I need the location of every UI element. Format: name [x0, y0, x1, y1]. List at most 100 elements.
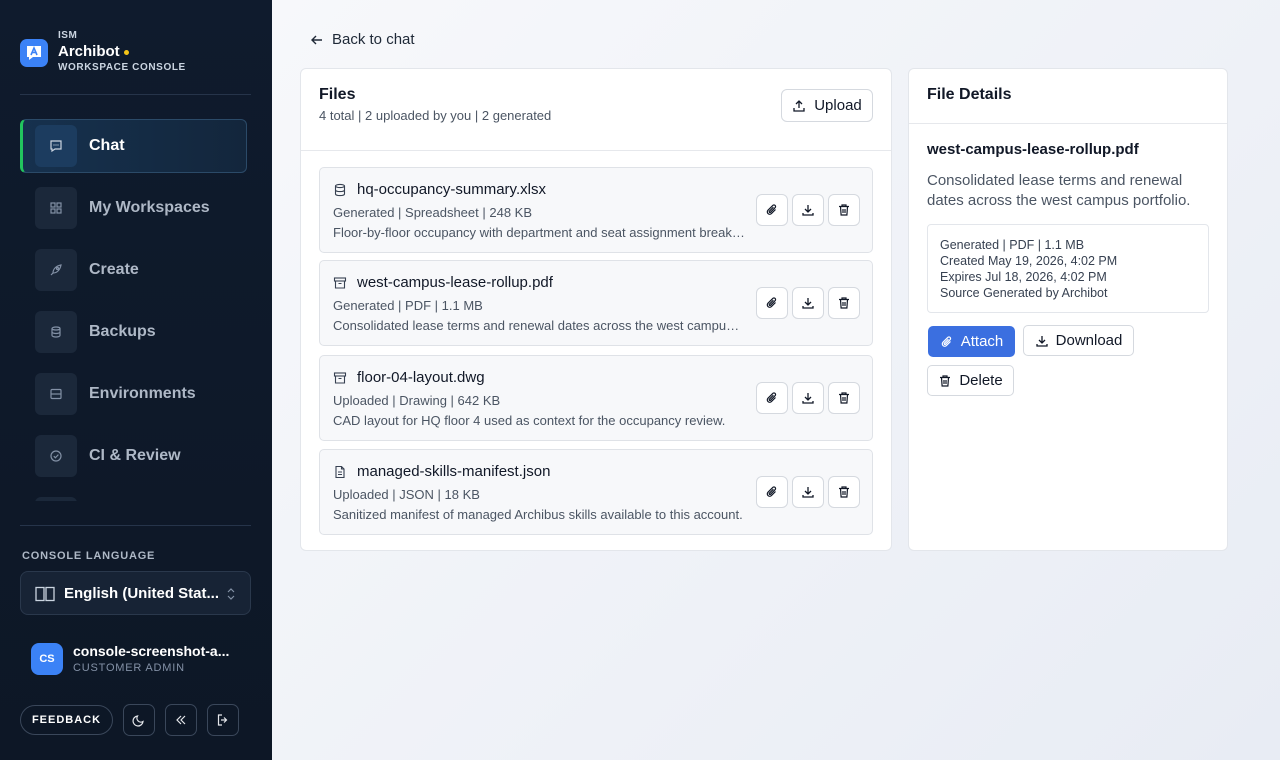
sidebar-item-label: CI & Review	[89, 447, 181, 464]
delete-button[interactable]	[828, 194, 860, 226]
attach-button[interactable]	[756, 476, 788, 508]
logout-button[interactable]	[207, 704, 239, 736]
arrow-left-icon	[311, 35, 322, 44]
files-panel: Files 4 total | 2 uploaded by you | 2 ge…	[300, 68, 892, 551]
user-name: console-screenshot-a...	[73, 643, 230, 659]
sidebar-item-ci-review[interactable]: CI & Review	[20, 429, 247, 483]
file-row-hq-occupancy-summary[interactable]: hq-occupancy-summary.xlsx Generated | Sp…	[319, 167, 873, 253]
sidebar-item-label: Backups	[89, 323, 156, 340]
database-icon	[35, 311, 77, 353]
sidebar: ISM Archibot WORKSPACE CONSOLE Chat My W…	[0, 0, 272, 760]
delete-button[interactable]	[828, 476, 860, 508]
divider	[20, 525, 251, 526]
delete-label: Delete	[959, 372, 1003, 389]
status-dot	[123, 49, 129, 55]
archibot-logo-icon	[20, 39, 48, 67]
brand-name: Archibot	[58, 43, 120, 60]
divider	[909, 123, 1227, 124]
sidebar-item-create[interactable]: Create	[20, 243, 247, 297]
upload-label: Upload	[814, 97, 862, 114]
sidebar-item-more[interactable]	[20, 491, 247, 501]
file-row-managed-skills-manifest[interactable]: managed-skills-manifest.json Uploaded | …	[319, 449, 873, 535]
file-description: CAD layout for HQ floor 4 used as contex…	[333, 413, 726, 428]
logout-icon	[217, 714, 228, 726]
collapse-sidebar-button[interactable]	[165, 704, 197, 736]
paperclip-icon	[766, 486, 777, 497]
sidebar-item-environments[interactable]: Environments	[20, 367, 247, 421]
theme-toggle-button[interactable]	[123, 704, 155, 736]
file-name: managed-skills-manifest.json	[357, 463, 551, 480]
sidebar-item-label: Environments	[89, 385, 196, 402]
attach-label: Attach	[960, 333, 1004, 350]
upload-button[interactable]: Upload	[781, 89, 873, 122]
download-button[interactable]	[792, 194, 824, 226]
file-description: Floor-by-floor occupancy with department…	[333, 225, 745, 240]
upload-icon	[793, 99, 805, 112]
attach-button[interactable]	[756, 287, 788, 319]
download-button[interactable]	[792, 476, 824, 508]
back-label: Back to chat	[332, 31, 415, 48]
download-icon	[1035, 335, 1048, 347]
details-source: Source Generated by Archibot	[940, 286, 1108, 300]
delete-button[interactable]	[828, 382, 860, 414]
trash-icon	[839, 297, 849, 309]
more-icon	[35, 497, 77, 501]
sidebar-item-backups[interactable]: Backups	[20, 305, 247, 359]
sidebar-item-label: Create	[89, 261, 139, 278]
grid-icon	[35, 187, 77, 229]
attach-button[interactable]	[756, 382, 788, 414]
details-created: Created May 19, 2026, 4:02 PM	[940, 254, 1118, 268]
divider	[301, 150, 891, 151]
paperclip-icon	[766, 392, 777, 403]
delete-button[interactable]	[828, 287, 860, 319]
file-details-panel: File Details west-campus-lease-rollup.pd…	[908, 68, 1228, 551]
download-button[interactable]	[792, 287, 824, 319]
trash-icon	[839, 486, 849, 498]
user-role: CUSTOMER ADMIN	[73, 662, 185, 674]
file-meta: Generated | PDF | 1.1 MB	[333, 298, 483, 313]
download-icon	[802, 393, 814, 404]
language-value: English (United Stat...	[64, 584, 220, 602]
files-summary: 4 total | 2 uploaded by you | 2 generate…	[319, 108, 552, 123]
sidebar-item-my-workspaces[interactable]: My Workspaces	[20, 181, 247, 235]
download-button[interactable]: Download	[1023, 325, 1134, 356]
archive-icon	[333, 277, 347, 289]
feedback-button[interactable]: FEEDBACK	[20, 705, 113, 735]
files-title: Files	[319, 86, 356, 103]
back-to-chat-link[interactable]: Back to chat	[310, 31, 415, 48]
delete-button[interactable]: Delete	[927, 365, 1014, 396]
language-title: CONSOLE LANGUAGE	[22, 550, 156, 562]
sidebar-item-chat[interactable]: Chat	[20, 119, 247, 173]
divider	[20, 94, 251, 95]
file-name: hq-occupancy-summary.xlsx	[357, 181, 546, 198]
details-description: Consolidated lease terms and renewal dat…	[927, 172, 1191, 209]
download-icon	[802, 298, 814, 309]
file-name: west-campus-lease-rollup.pdf	[357, 274, 553, 291]
language-select[interactable]: English (United Stat...	[20, 571, 251, 615]
chevron-updown-icon	[227, 588, 235, 600]
trash-icon	[839, 392, 849, 404]
server-icon	[35, 373, 77, 415]
trash-icon	[839, 204, 849, 216]
file-row-west-campus-lease-rollup[interactable]: west-campus-lease-rollup.pdf Generated |…	[319, 260, 873, 346]
sidebar-item-label: Chat	[89, 137, 125, 154]
details-file-name: west-campus-lease-rollup.pdf	[927, 141, 1139, 158]
attach-button[interactable]	[756, 194, 788, 226]
download-icon	[802, 205, 814, 216]
attach-button[interactable]: Attach	[928, 326, 1015, 357]
paperclip-icon	[766, 297, 777, 308]
chevrons-left-icon	[176, 715, 186, 725]
brand[interactable]: ISM Archibot WORKSPACE CONSOLE	[20, 30, 186, 74]
document-icon	[335, 465, 345, 479]
file-meta: Uploaded | JSON | 18 KB	[333, 487, 480, 502]
book-icon	[35, 586, 55, 602]
download-label: Download	[1055, 332, 1123, 349]
download-button[interactable]	[792, 382, 824, 414]
file-name: floor-04-layout.dwg	[357, 369, 485, 386]
trash-icon	[940, 374, 951, 387]
user-card[interactable]: CS console-screenshot-a... CUSTOMER ADMI…	[31, 643, 251, 677]
sidebar-item-label: My Workspaces	[89, 199, 210, 216]
download-icon	[802, 487, 814, 498]
archive-icon	[333, 372, 347, 384]
file-row-floor-04-layout[interactable]: floor-04-layout.dwg Uploaded | Drawing |…	[319, 355, 873, 441]
